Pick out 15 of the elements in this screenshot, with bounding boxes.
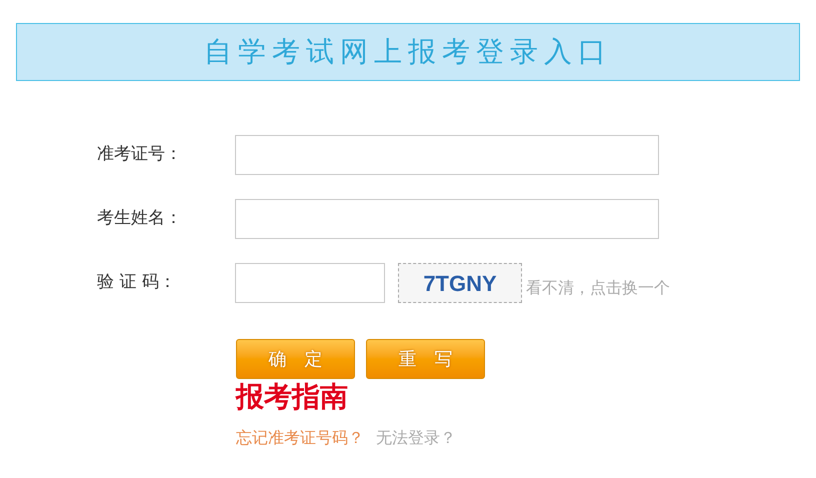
cannot-login-link[interactable]: 无法登录？ — [376, 426, 456, 450]
field-label: 考生姓名： — [97, 207, 183, 230]
captcha-text: 7TGNY — [423, 270, 497, 298]
forgot-id-link[interactable]: 忘记准考证号码？ — [236, 426, 364, 450]
confirm-button[interactable]: 确 定 — [236, 339, 355, 379]
text-input[interactable] — [235, 135, 659, 175]
captcha-image[interactable]: 7TGNY — [398, 263, 522, 303]
page-title: 自学考试网上报考登录入口 — [204, 34, 612, 70]
captcha-input[interactable] — [235, 263, 385, 303]
field-label: 准考证号： — [97, 143, 183, 166]
field-label: 验 证 码： — [97, 271, 177, 294]
text-input[interactable] — [235, 199, 659, 239]
guide-link[interactable]: 报考指南 — [236, 380, 348, 413]
refresh-captcha-link[interactable]: 看不清，点击换一个 — [526, 276, 670, 300]
reset-button[interactable]: 重 写 — [366, 339, 485, 379]
